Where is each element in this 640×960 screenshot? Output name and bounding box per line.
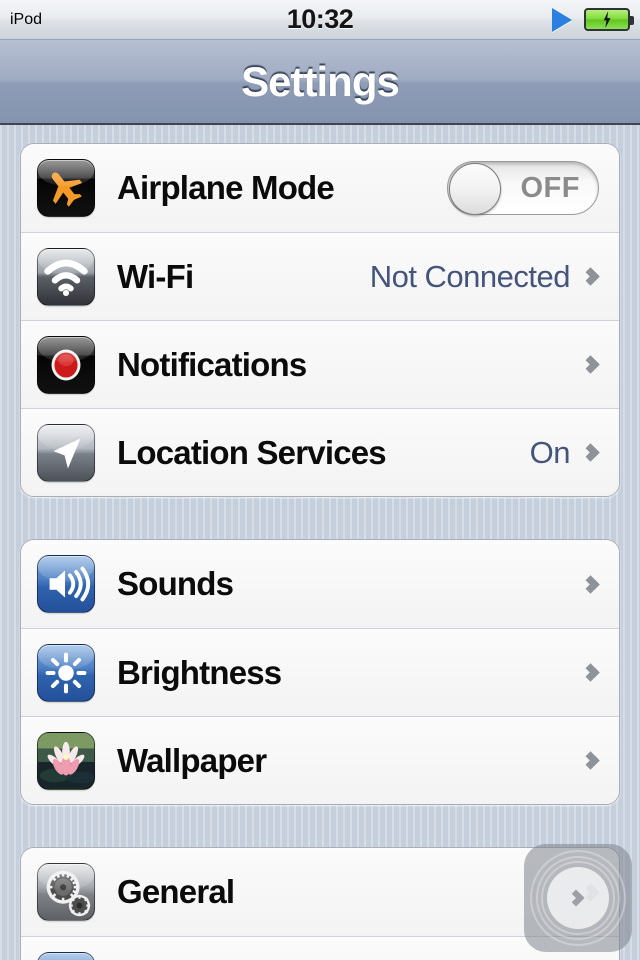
settings-group-connectivity: Airplane Mode OFF Wi-Fi Not Connected No… [20, 143, 620, 497]
settings-row-label: Airplane Mode [117, 169, 335, 206]
location-status-value: On [529, 434, 571, 470]
sounds-speaker-icon [37, 555, 95, 613]
wifi-status-value: Not Connected [369, 258, 571, 294]
chevron-right-icon [581, 663, 600, 682]
settings-row-control [570, 663, 603, 682]
settings-row-airplane-mode[interactable]: Airplane Mode OFF [21, 144, 619, 232]
settings-list: Airplane Mode OFF Wi-Fi Not Connected No… [0, 125, 640, 960]
navigation-bar: Settings [0, 40, 640, 125]
settings-row-control [570, 751, 603, 770]
battery-charging-icon [584, 8, 634, 31]
airplane-icon [37, 159, 95, 217]
toggle-state-label: OFF [520, 171, 580, 204]
settings-row-location-services[interactable]: Location Services On [21, 408, 619, 496]
settings-row-control [570, 574, 603, 594]
settings-row-label: General [117, 873, 235, 910]
settings-row-control [570, 355, 603, 374]
airplane-mode-toggle[interactable]: OFF [447, 161, 599, 215]
settings-row-brightness[interactable]: Brightness [21, 628, 619, 716]
settings-group-display: Sounds Brightness Wallpaper [20, 539, 620, 805]
settings-row-control: Not Connected [370, 259, 603, 295]
settings-row-label: Wallpaper [117, 741, 267, 779]
chevron-right-icon [581, 574, 600, 594]
brightness-sun-icon [37, 643, 95, 702]
chevron-right-icon [581, 751, 600, 770]
toggle-knob [449, 163, 501, 215]
chevron-right-icon [567, 889, 585, 907]
settings-row-wifi[interactable]: Wi-Fi Not Connected [21, 232, 619, 320]
chevron-right-icon [581, 443, 600, 462]
settings-row-control: On [530, 435, 603, 471]
page-title: Settings [241, 57, 400, 105]
chevron-right-icon [581, 355, 600, 374]
play-triangle-icon [552, 7, 572, 32]
status-bar: iPod 10:32 [0, 0, 640, 40]
settings-row-sounds[interactable]: Sounds [21, 540, 619, 628]
general-gear-icon [37, 863, 95, 921]
wallpaper-flower-icon [37, 731, 95, 790]
settings-row-label: Location Services [117, 433, 387, 471]
settings-row-label: Notifications [117, 345, 307, 383]
notifications-icon [37, 335, 95, 394]
settings-row-control: OFF [447, 161, 603, 215]
wifi-icon [37, 247, 95, 306]
assistive-touch-core [547, 867, 609, 929]
settings-row-wallpaper[interactable]: Wallpaper [21, 716, 619, 804]
chevron-right-icon [581, 267, 600, 286]
settings-row-label: Brightness [117, 653, 282, 691]
settings-row-label: Wi-Fi [117, 257, 194, 295]
settings-row-label: Sounds [117, 565, 234, 602]
status-indicators [552, 7, 634, 32]
settings-row-notifications[interactable]: Notifications [21, 320, 619, 408]
location-services-icon [37, 423, 95, 482]
assistive-touch-button[interactable] [524, 844, 632, 952]
partial-next-icon [37, 951, 95, 960]
status-clock: 10:32 [286, 4, 354, 34]
lightning-bolt-icon [603, 11, 611, 28]
